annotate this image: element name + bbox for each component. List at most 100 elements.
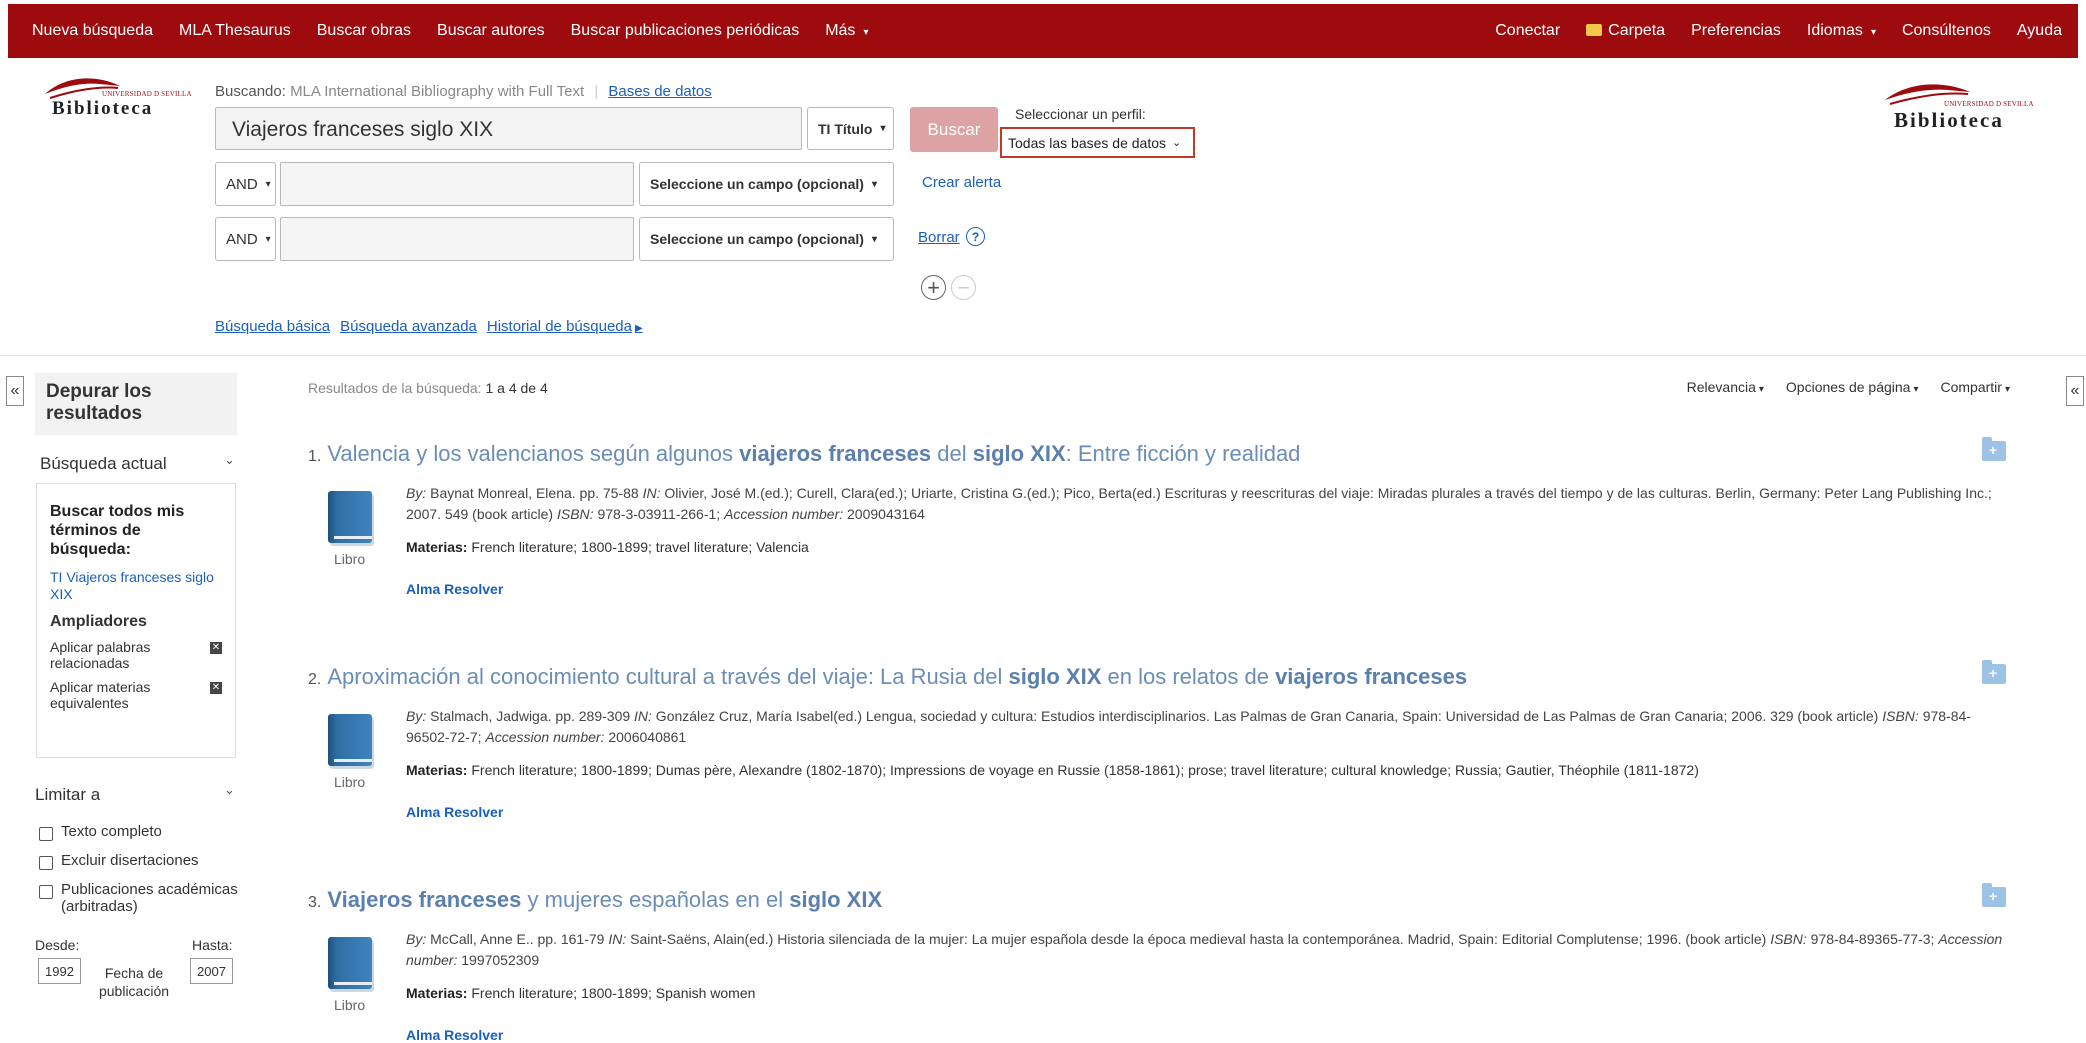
- operator-label: AND: [226, 230, 258, 248]
- checkbox-label: Texto completo: [61, 823, 162, 840]
- limit-full-text-checkbox[interactable]: Texto completo: [39, 823, 162, 841]
- sort-relevance-menu[interactable]: Relevancia ▾: [1687, 379, 1764, 395]
- result-citation: By: Stalmach, Jadwiga. pp. 289-309 IN: G…: [406, 706, 2006, 748]
- alma-resolver-link[interactable]: Alma Resolver: [406, 804, 503, 820]
- clear-link[interactable]: Borrar: [918, 229, 960, 246]
- nav-consultenos[interactable]: Consúltenos: [1902, 22, 1991, 40]
- source-text: González Cruz, María Isabel(ed.) Lengua,…: [651, 708, 1883, 724]
- divider: [0, 355, 2086, 356]
- basic-search-link[interactable]: Búsqueda básica: [215, 318, 330, 335]
- result-citation: By: McCall, Anne E.. pp. 161-79 IN: Sain…: [406, 929, 2006, 971]
- nav-preferencias[interactable]: Preferencias: [1691, 22, 1781, 40]
- nav-buscar-autores[interactable]: Buscar autores: [437, 22, 545, 40]
- in-label: IN:: [642, 485, 661, 501]
- book-icon[interactable]: [328, 937, 372, 989]
- nav-carpeta-label: Carpeta: [1608, 22, 1666, 39]
- checkbox-icon[interactable]: [39, 856, 53, 870]
- in-label: IN:: [634, 708, 652, 724]
- limit-peer-reviewed-checkbox[interactable]: Publicaciones académicas (arbitradas): [39, 881, 239, 915]
- nav-buscar-obras[interactable]: Buscar obras: [317, 22, 411, 40]
- remove-x-icon[interactable]: ✕: [210, 682, 222, 694]
- search-input-1[interactable]: Viajeros franceses siglo XIX: [215, 107, 802, 150]
- chevron-down-icon[interactable]: ⌄: [224, 452, 235, 468]
- in-label: IN:: [608, 931, 627, 947]
- checkbox-icon[interactable]: [39, 885, 53, 899]
- expander-label: Aplicar materias equivalentes: [50, 679, 151, 711]
- title-fragment: en los relatos de: [1101, 664, 1276, 689]
- limit-to-heading[interactable]: Limitar a: [35, 785, 100, 805]
- create-alert-link[interactable]: Crear alerta: [922, 174, 1001, 191]
- year-from-input[interactable]: 1992: [38, 958, 81, 984]
- nav-mas-menu[interactable]: Más ▾: [825, 22, 868, 40]
- add-to-folder-icon[interactable]: [1982, 437, 2006, 461]
- remove-row-icon[interactable]: −: [951, 275, 976, 300]
- isbn-label: ISBN:: [1882, 708, 1919, 724]
- subjects-value[interactable]: French literature; 1800-1899; Spanish wo…: [471, 985, 755, 1001]
- title-fragment: Viajeros franceses: [327, 887, 522, 912]
- field-select-3-label: Seleccione un campo (opcional): [650, 231, 864, 247]
- search-input-2[interactable]: [280, 162, 634, 206]
- book-icon[interactable]: [328, 491, 372, 543]
- alma-resolver-link[interactable]: Alma Resolver: [406, 1027, 503, 1043]
- profile-label: Seleccionar un perfil:: [1015, 106, 1146, 122]
- result-number: 3.: [308, 894, 322, 911]
- alma-resolver-link[interactable]: Alma Resolver: [406, 581, 503, 597]
- nav-carpeta[interactable]: Carpeta: [1586, 22, 1665, 40]
- search-mode-links: Búsqueda básica Búsqueda avanzada Histor…: [215, 318, 643, 335]
- current-search-heading[interactable]: Búsqueda actual: [40, 454, 167, 474]
- profile-select[interactable]: Todas las bases de datos ⌄: [1000, 127, 1195, 158]
- nav-conectar[interactable]: Conectar: [1495, 22, 1560, 40]
- add-row-icon[interactable]: +: [921, 275, 946, 300]
- share-menu[interactable]: Compartir ▾: [1941, 379, 2011, 395]
- result-title-link[interactable]: 1. Valencia y los valencianos según algun…: [308, 441, 1300, 467]
- searching-line: Buscando: MLA International Bibliography…: [215, 83, 712, 100]
- collapse-left-panel-button[interactable]: «: [6, 376, 24, 406]
- field-select-3[interactable]: Seleccione un campo (opcional) ▾: [639, 217, 894, 261]
- checkbox-icon[interactable]: [39, 827, 53, 841]
- subjects-value[interactable]: French literature; 1800-1899; Dumas père…: [471, 762, 1699, 778]
- title-fragment: siglo XIX: [972, 441, 1066, 466]
- year-to-input[interactable]: 2007: [190, 958, 233, 984]
- subjects-value[interactable]: French literature; 1800-1899; travel lit…: [471, 539, 808, 555]
- share-label: Compartir: [1940, 379, 2002, 395]
- by-label: By:: [406, 931, 427, 947]
- search-history-link[interactable]: Historial de búsqueda ▶: [487, 318, 643, 335]
- result-title-link[interactable]: 2. Aproximación al conocimiento cultural …: [308, 664, 1467, 690]
- add-to-folder-icon[interactable]: [1982, 660, 2006, 684]
- biblioteca-logo-left[interactable]: UNIVERSIDAD D SEVILLA Biblioteca: [40, 72, 200, 122]
- search-input-3[interactable]: [280, 217, 634, 261]
- nav-buscar-publicaciones[interactable]: Buscar publicaciones periódicas: [571, 22, 800, 40]
- current-query-link[interactable]: TI Viajeros franceses siglo XIX: [50, 569, 222, 603]
- search-button[interactable]: Buscar: [910, 107, 998, 152]
- caret-down-icon: ▾: [265, 233, 271, 245]
- result-title-link[interactable]: 3. Viajeros franceses y mujeres españolas…: [308, 887, 882, 913]
- chevron-down-icon[interactable]: ⌄: [224, 782, 235, 798]
- book-icon[interactable]: [328, 714, 372, 766]
- field-select-2[interactable]: Seleccione un campo (opcional) ▾: [639, 162, 894, 206]
- result-number: 2.: [308, 671, 322, 688]
- help-icon[interactable]: ?: [966, 227, 985, 246]
- boolean-operator-select-2[interactable]: AND ▾: [215, 162, 276, 206]
- biblioteca-logo-right[interactable]: UNIVERSIDAD D SEVILLA Biblioteca: [1880, 78, 2050, 132]
- title-fragment: del: [931, 441, 973, 466]
- nav-mla-thesaurus[interactable]: MLA Thesaurus: [179, 22, 291, 40]
- nav-nueva-busqueda[interactable]: Nueva búsqueda: [32, 22, 153, 40]
- advanced-search-link[interactable]: Búsqueda avanzada: [340, 318, 477, 335]
- title-fragment: siglo XIX: [789, 887, 883, 912]
- field-select-1[interactable]: TI Título ▾: [807, 107, 894, 150]
- authors-pages: Baynat Monreal, Elena. pp. 75-88: [426, 485, 643, 501]
- nav-idiomas-menu[interactable]: Idiomas ▾: [1807, 22, 1876, 40]
- add-to-folder-icon[interactable]: [1982, 883, 2006, 907]
- boolean-operator-select-3[interactable]: AND ▾: [215, 217, 276, 261]
- page-options-menu[interactable]: Opciones de página ▾: [1786, 379, 1919, 395]
- subjects-line: Materias: French literature; 1800-1899; …: [406, 539, 809, 555]
- top-navigation-bar: Nueva búsqueda MLA Thesaurus Buscar obra…: [8, 4, 2078, 58]
- limit-exclude-dissertations-checkbox[interactable]: Excluir disertaciones: [39, 852, 199, 870]
- bases-de-datos-link[interactable]: Bases de datos: [608, 83, 711, 100]
- nav-ayuda[interactable]: Ayuda: [2017, 22, 2062, 40]
- accession-value: 2006040861: [604, 729, 687, 745]
- subjects-line: Materias: French literature; 1800-1899; …: [406, 762, 1699, 778]
- remove-x-icon[interactable]: ✕: [210, 642, 222, 654]
- collapse-right-panel-button[interactable]: «: [2066, 376, 2084, 406]
- accession-value: 2009043164: [843, 506, 925, 522]
